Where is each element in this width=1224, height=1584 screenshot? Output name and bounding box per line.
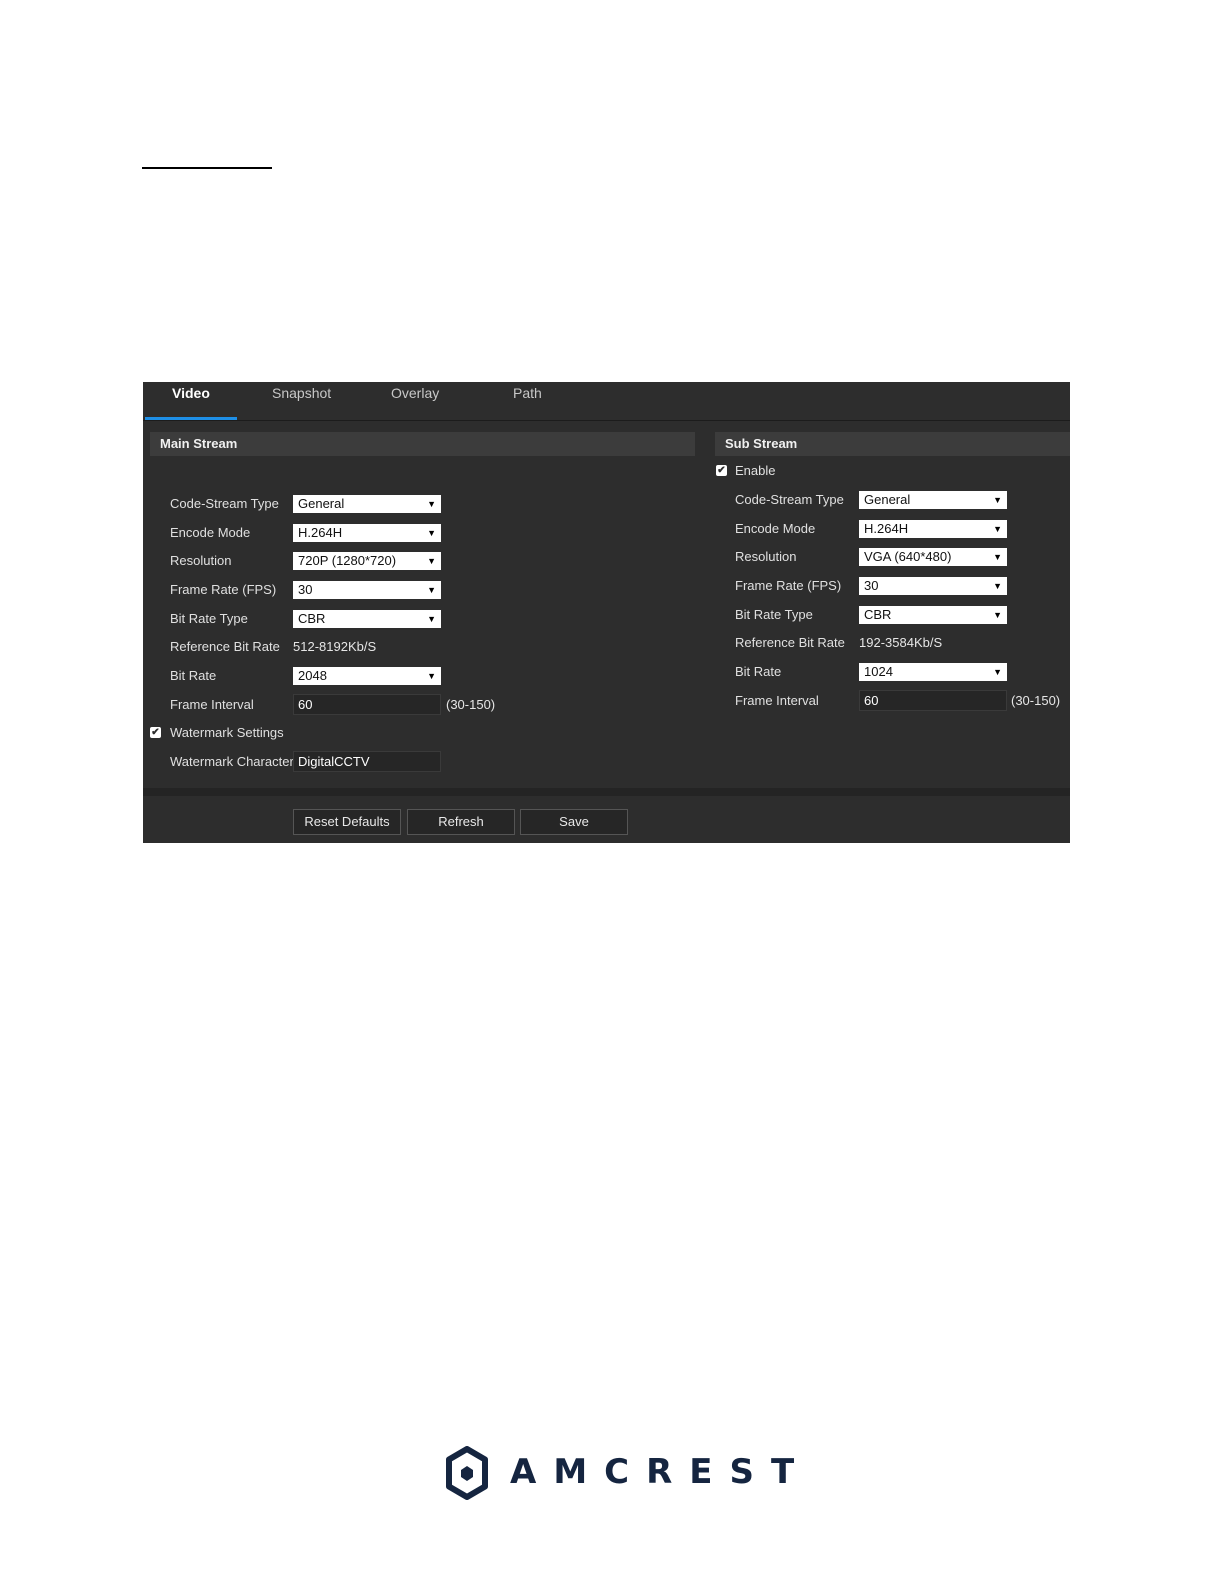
save-button[interactable]: Save (520, 809, 628, 835)
main-encode-mode-value: H.264H (298, 525, 343, 540)
main-frame-rate-select[interactable]: 30 ▼ (293, 581, 441, 599)
main-bit-rate-type-label: Bit Rate Type (170, 611, 248, 626)
sub-frame-interval-input[interactable]: 60 (859, 690, 1007, 711)
main-encode-mode-label: Encode Mode (170, 525, 251, 540)
sub-encode-mode-value: H.264H (864, 521, 909, 536)
sub-frame-interval-range: (30-150) (1011, 693, 1061, 708)
main-code-stream-type-value: General (298, 496, 345, 511)
main-frame-interval-input[interactable]: 60 (293, 694, 441, 715)
sub-bit-rate-label: Bit Rate (735, 664, 782, 679)
video-settings-panel: Video Snapshot Overlay Path Main Stream … (143, 382, 1070, 843)
chevron-down-icon: ▼ (993, 610, 1002, 620)
watermark-settings-label: Watermark Settings (170, 725, 284, 740)
main-reference-bit-rate-label: Reference Bit Rate (170, 639, 280, 654)
sub-bit-rate-type-label: Bit Rate Type (735, 607, 813, 622)
chevron-down-icon: ▼ (427, 671, 436, 681)
sub-encode-mode-label: Encode Mode (735, 521, 816, 536)
sub-code-stream-type-value: General (864, 492, 911, 507)
amcrest-logo: AMCREST (444, 1446, 794, 1500)
main-resolution-label: Resolution (170, 553, 232, 568)
tab-bar: Video Snapshot Overlay Path (143, 382, 1070, 421)
sub-encode-mode-select[interactable]: H.264H ▼ (859, 520, 1007, 538)
chevron-down-icon: ▼ (427, 556, 436, 566)
watermark-settings-checkbox[interactable]: ✔ (150, 727, 161, 738)
sub-frame-rate-value: 30 (864, 578, 879, 593)
sub-resolution-select[interactable]: VGA (640*480) ▼ (859, 548, 1007, 566)
refresh-button[interactable]: Refresh (407, 809, 515, 835)
main-bit-rate-type-select[interactable]: CBR ▼ (293, 610, 441, 628)
chevron-down-icon: ▼ (993, 667, 1002, 677)
sub-reference-bit-rate-value: 192-3584Kb/S (859, 635, 943, 650)
sub-frame-rate-select[interactable]: 30 ▼ (859, 577, 1007, 595)
main-frame-rate-value: 30 (298, 582, 313, 597)
sub-resolution-value: VGA (640*480) (864, 549, 952, 564)
main-encode-mode-select[interactable]: H.264H ▼ (293, 524, 441, 542)
footer-divider (143, 788, 1070, 796)
amcrest-logo-text: AMCREST (510, 1452, 812, 1492)
main-bit-rate-label: Bit Rate (170, 668, 217, 683)
main-frame-rate-label: Frame Rate (FPS) (170, 582, 277, 597)
chevron-down-icon: ▼ (427, 585, 436, 595)
watermark-character-input[interactable]: DigitalCCTV (293, 751, 441, 772)
heading-underline (142, 167, 272, 169)
reset-defaults-button[interactable]: Reset Defaults (293, 809, 401, 835)
main-reference-bit-rate-value: 512-8192Kb/S (293, 639, 377, 654)
main-resolution-value: 720P (1280*720) (298, 553, 397, 568)
tab-overlay[interactable]: Overlay (391, 385, 439, 401)
sub-code-stream-type-select[interactable]: General ▼ (859, 491, 1007, 509)
amcrest-hexagon-icon (446, 1446, 488, 1500)
sub-stream-enable-checkbox[interactable]: ✔ (716, 465, 727, 476)
sub-stream-header: Sub Stream (715, 432, 1070, 456)
tab-video[interactable]: Video (172, 385, 210, 401)
chevron-down-icon: ▼ (993, 552, 1002, 562)
chevron-down-icon: ▼ (427, 528, 436, 538)
main-code-stream-type-select[interactable]: General ▼ (293, 495, 441, 513)
sub-bit-rate-value: 1024 (864, 664, 893, 679)
chevron-down-icon: ▼ (993, 495, 1002, 505)
tab-path[interactable]: Path (513, 385, 542, 401)
sub-reference-bit-rate-label: Reference Bit Rate (735, 635, 845, 650)
main-bit-rate-value: 2048 (298, 668, 327, 683)
main-bit-rate-select[interactable]: 2048 ▼ (293, 667, 441, 685)
sub-bit-rate-select[interactable]: 1024 ▼ (859, 663, 1007, 681)
chevron-down-icon: ▼ (427, 614, 436, 624)
chevron-down-icon: ▼ (427, 499, 436, 509)
sub-bit-rate-type-select[interactable]: CBR ▼ (859, 606, 1007, 624)
main-frame-interval-range: (30-150) (446, 697, 496, 712)
sub-stream-enable-label: Enable (735, 463, 776, 478)
sub-frame-interval-label: Frame Interval (735, 693, 819, 708)
sub-bit-rate-type-value: CBR (864, 607, 892, 622)
active-tab-indicator (145, 417, 237, 420)
main-resolution-select[interactable]: 720P (1280*720) ▼ (293, 552, 441, 570)
main-bit-rate-type-value: CBR (298, 611, 326, 626)
main-code-stream-type-label: Code-Stream Type (170, 496, 279, 511)
chevron-down-icon: ▼ (993, 524, 1002, 534)
sub-frame-rate-label: Frame Rate (FPS) (735, 578, 842, 593)
watermark-character-label: Watermark Character (170, 754, 294, 769)
tab-snapshot[interactable]: Snapshot (272, 385, 331, 401)
main-frame-interval-label: Frame Interval (170, 697, 254, 712)
sub-code-stream-type-label: Code-Stream Type (735, 492, 844, 507)
main-stream-header: Main Stream (150, 432, 695, 456)
sub-resolution-label: Resolution (735, 549, 797, 564)
chevron-down-icon: ▼ (993, 581, 1002, 591)
